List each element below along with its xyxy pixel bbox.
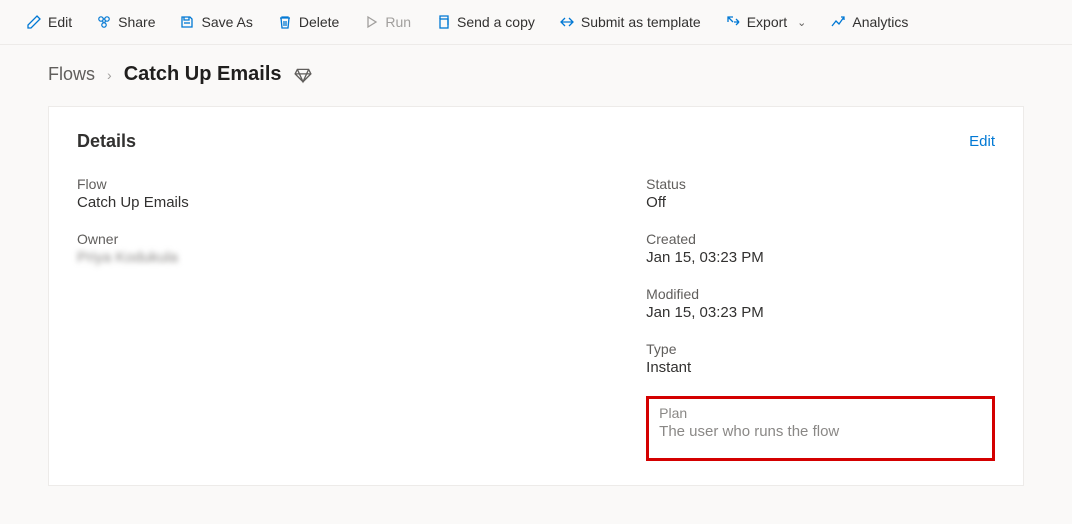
send-copy-label: Send a copy — [457, 14, 535, 30]
flow-value: Catch Up Emails — [77, 194, 646, 211]
command-bar: Edit Share Save As Delete Run Send a cop… — [0, 0, 1072, 45]
premium-diamond-icon — [294, 66, 312, 84]
chevron-down-icon: ⌄ — [797, 16, 806, 29]
trash-icon — [277, 14, 293, 30]
created-field: Created Jan 15, 03:23 PM — [646, 231, 995, 266]
status-field: Status Off — [646, 176, 995, 211]
submit-template-button[interactable]: Submit as template — [549, 8, 711, 36]
plan-value: The user who runs the flow — [659, 423, 982, 440]
created-value: Jan 15, 03:23 PM — [646, 249, 995, 266]
details-card: Details Edit Flow Catch Up Emails Owner … — [48, 106, 1024, 486]
edit-button[interactable]: Edit — [16, 8, 82, 36]
details-edit-link[interactable]: Edit — [969, 133, 995, 150]
submit-icon — [559, 14, 575, 30]
analytics-icon — [830, 14, 846, 30]
modified-value: Jan 15, 03:23 PM — [646, 304, 995, 321]
delete-button[interactable]: Delete — [267, 8, 349, 36]
details-left-column: Flow Catch Up Emails Owner Priya Kodukul… — [77, 176, 646, 461]
modified-label: Modified — [646, 286, 995, 302]
type-label: Type — [646, 341, 995, 357]
edit-label: Edit — [48, 14, 72, 30]
breadcrumb-current: Catch Up Emails — [124, 63, 282, 86]
type-field: Type Instant — [646, 341, 995, 376]
plan-label: Plan — [659, 405, 982, 421]
delete-label: Delete — [299, 14, 339, 30]
share-button[interactable]: Share — [86, 8, 165, 36]
plan-field: Plan The user who runs the flow — [659, 405, 982, 440]
analytics-label: Analytics — [852, 14, 908, 30]
status-value: Off — [646, 194, 995, 211]
type-value: Instant — [646, 359, 995, 376]
details-columns: Flow Catch Up Emails Owner Priya Kodukul… — [77, 176, 995, 461]
owner-value: Priya Kodukula — [77, 249, 646, 266]
pencil-icon — [26, 14, 42, 30]
play-icon — [363, 14, 379, 30]
owner-label: Owner — [77, 231, 646, 247]
status-label: Status — [646, 176, 995, 192]
send-copy-button[interactable]: Send a copy — [425, 8, 545, 36]
created-label: Created — [646, 231, 995, 247]
save-as-icon — [179, 14, 195, 30]
save-as-button[interactable]: Save As — [169, 8, 262, 36]
breadcrumb-root[interactable]: Flows — [48, 64, 95, 85]
submit-template-label: Submit as template — [581, 14, 701, 30]
details-title: Details — [77, 131, 136, 152]
export-button[interactable]: Export ⌄ — [715, 8, 817, 36]
breadcrumb: Flows › Catch Up Emails — [48, 63, 1024, 86]
modified-field: Modified Jan 15, 03:23 PM — [646, 286, 995, 321]
analytics-button[interactable]: Analytics — [820, 8, 918, 36]
flow-label: Flow — [77, 176, 646, 192]
card-header: Details Edit — [77, 131, 995, 152]
chevron-right-icon: › — [107, 67, 112, 83]
share-label: Share — [118, 14, 155, 30]
run-label: Run — [385, 14, 411, 30]
owner-field: Owner Priya Kodukula — [77, 231, 646, 266]
details-right-column: Status Off Created Jan 15, 03:23 PM Modi… — [646, 176, 995, 461]
save-as-label: Save As — [201, 14, 252, 30]
page-content: Flows › Catch Up Emails Details Edit Flo… — [0, 45, 1072, 486]
copy-icon — [435, 14, 451, 30]
run-button: Run — [353, 8, 421, 36]
flow-field: Flow Catch Up Emails — [77, 176, 646, 211]
export-label: Export — [747, 14, 787, 30]
plan-highlight: Plan The user who runs the flow — [646, 396, 995, 461]
export-icon — [725, 14, 741, 30]
share-icon — [96, 14, 112, 30]
